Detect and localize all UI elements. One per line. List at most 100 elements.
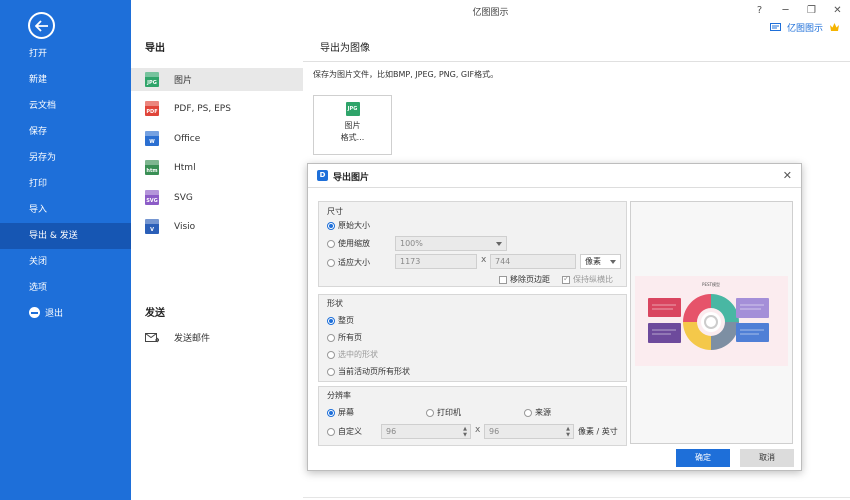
format-pdf[interactable]: PDF PDF, PS, EPS — [131, 97, 303, 120]
app-title: 亿图图示 — [472, 8, 509, 18]
menu-item-new[interactable]: 新建 — [0, 67, 131, 93]
radio-label: 原始大小 — [338, 221, 370, 230]
minimize-icon[interactable]: ─ — [779, 4, 792, 17]
main-heading: 导出为图像 — [320, 43, 370, 54]
size-label: 尺寸 — [327, 207, 343, 216]
unit-select[interactable]: 像素 — [580, 254, 621, 269]
menu-item-exit[interactable]: 退出 — [0, 301, 131, 327]
word-file-icon: W — [145, 131, 159, 146]
radio-original-size[interactable]: 原始大小 — [327, 220, 370, 231]
radio-label: 适应大小 — [338, 258, 370, 267]
format-label: Office — [174, 133, 201, 144]
radio-fit-size[interactable]: 适应大小 — [327, 257, 370, 268]
menu-item-print[interactable]: 打印 — [0, 171, 131, 197]
send-mail-label: 发送邮件 — [174, 334, 211, 344]
radio-custom[interactable]: 自定义 — [327, 426, 362, 437]
close-window-icon[interactable]: ✕ — [831, 4, 844, 17]
radio-printer[interactable]: 打印机 — [426, 407, 461, 418]
format-office[interactable]: W Office — [131, 127, 303, 150]
menu-item-export-send[interactable]: 导出 & 发送 — [0, 223, 131, 249]
checkbox-label: 移除页边距 — [510, 275, 550, 284]
radio-icon — [327, 350, 335, 359]
chevron-down-icon — [610, 260, 616, 264]
radio-all-pages[interactable]: 所有页 — [327, 332, 362, 343]
menu-item-open[interactable]: 打开 — [0, 41, 131, 67]
width-value: 1173 — [400, 257, 421, 266]
app-logo-icon: D — [317, 170, 328, 181]
format-html[interactable]: htm Html — [131, 156, 303, 179]
radio-current-page-shapes[interactable]: 当前活动页所有形状 — [327, 366, 410, 377]
menu-item-save[interactable]: 保存 — [0, 119, 131, 145]
dpi-y-value: 96 — [489, 427, 500, 436]
radio-screen[interactable]: 屏幕 — [327, 407, 354, 418]
radio-selected-shapes[interactable]: 选中的形状 — [327, 349, 378, 360]
menu-item-cloud[interactable]: 云文档 — [0, 93, 131, 119]
dpi-y-input[interactable]: 96 ▲ ▼ — [484, 424, 574, 439]
back-button[interactable] — [28, 12, 55, 39]
format-label: 图片 — [174, 76, 193, 86]
visio-file-icon: V — [145, 219, 159, 234]
size-group: 尺寸 原始大小 使用缩放 100% 适应大小 1173 x 744 像素 移除页… — [318, 201, 627, 287]
shape-label: 形状 — [327, 299, 343, 308]
vip-crown-icon — [830, 23, 839, 31]
cancel-button[interactable]: 取消 — [740, 449, 794, 467]
checkbox-icon — [499, 275, 507, 284]
scale-select[interactable]: 100% — [395, 236, 507, 251]
radio-source[interactable]: 来源 — [524, 407, 551, 418]
radio-icon — [327, 239, 335, 248]
preview-thumbnail: PEST模型 — [635, 276, 788, 366]
main-description: 保存为图片文件，比如BMP, JPEG, PNG, GIF格式。 — [313, 70, 499, 79]
dpi-x-input[interactable]: 96 ▲ ▼ — [381, 424, 471, 439]
height-input[interactable]: 744 — [490, 254, 576, 269]
radio-icon — [327, 221, 335, 230]
checkbox-keep-ratio[interactable]: 保持纵横比 — [562, 274, 613, 285]
backstage-sidebar: 打开 新建 云文档 保存 另存为 打印 导入 导出 & 发送 关闭 选项 退出 — [0, 0, 131, 500]
times-sign: x — [475, 425, 481, 435]
export-heading: 导出 — [145, 43, 165, 54]
spinner-icon[interactable]: ▲ ▼ — [463, 426, 467, 438]
format-image[interactable]: JPG 图片 — [131, 68, 303, 91]
dpi-unit-label: 像素 / 英寸 — [578, 427, 618, 436]
send-heading: 发送 — [145, 308, 165, 319]
user-name[interactable]: 亿图图示 — [787, 21, 823, 34]
html-file-icon: htm — [145, 160, 159, 175]
shape-group: 形状 整页 所有页 选中的形状 当前活动页所有形状 — [318, 294, 627, 382]
format-svg[interactable]: SVG SVG — [131, 186, 303, 209]
restore-icon[interactable]: ❐ — [805, 4, 818, 17]
menu-item-close[interactable]: 关闭 — [0, 249, 131, 275]
send-mail[interactable]: 发送邮件 — [131, 326, 303, 349]
resolution-label: 分辨率 — [327, 391, 351, 400]
divider — [303, 61, 850, 62]
radio-label: 自定义 — [338, 427, 362, 436]
image-format-card[interactable]: JPG 图片 格式... — [313, 95, 392, 155]
format-label: Html — [174, 162, 196, 173]
format-label: Visio — [174, 221, 196, 232]
radio-whole-page[interactable]: 整页 — [327, 315, 354, 326]
radio-use-scale[interactable]: 使用缩放 — [327, 238, 370, 249]
dpi-unit: 像素 / 英寸 — [578, 426, 618, 437]
radio-label: 选中的形状 — [338, 350, 378, 359]
ok-button[interactable]: 确定 — [676, 449, 730, 467]
menu-item-options[interactable]: 选项 — [0, 275, 131, 301]
width-input[interactable]: 1173 — [395, 254, 477, 269]
scale-value: 100% — [400, 239, 423, 248]
format-visio[interactable]: V Visio — [131, 215, 303, 238]
format-label: PDF, PS, EPS — [174, 103, 231, 114]
backstage-menu: 打开 新建 云文档 保存 另存为 打印 导入 导出 & 发送 关闭 选项 退出 — [0, 41, 131, 327]
help-icon[interactable]: ? — [753, 4, 766, 17]
user-account[interactable]: 亿图图示 — [769, 21, 840, 34]
title-bar: 亿图图示 ? ─ ❐ ✕ 亿图图示 — [131, 0, 850, 34]
radio-label: 所有页 — [338, 333, 362, 342]
dialog-close-icon[interactable]: ✕ — [783, 169, 792, 182]
menu-item-import[interactable]: 导入 — [0, 197, 131, 223]
checkbox-label: 保持纵横比 — [573, 275, 613, 284]
jpg-file-icon: JPG — [145, 72, 159, 87]
checkbox-remove-margin[interactable]: 移除页边距 — [499, 274, 550, 285]
message-icon[interactable] — [769, 22, 781, 33]
exit-label: 退出 — [45, 309, 64, 319]
menu-item-save-as[interactable]: 另存为 — [0, 145, 131, 171]
pdf-file-icon: PDF — [145, 101, 159, 116]
unit-value: 像素 — [585, 257, 601, 266]
mail-icon — [145, 332, 159, 342]
spinner-icon[interactable]: ▲ ▼ — [566, 426, 570, 438]
